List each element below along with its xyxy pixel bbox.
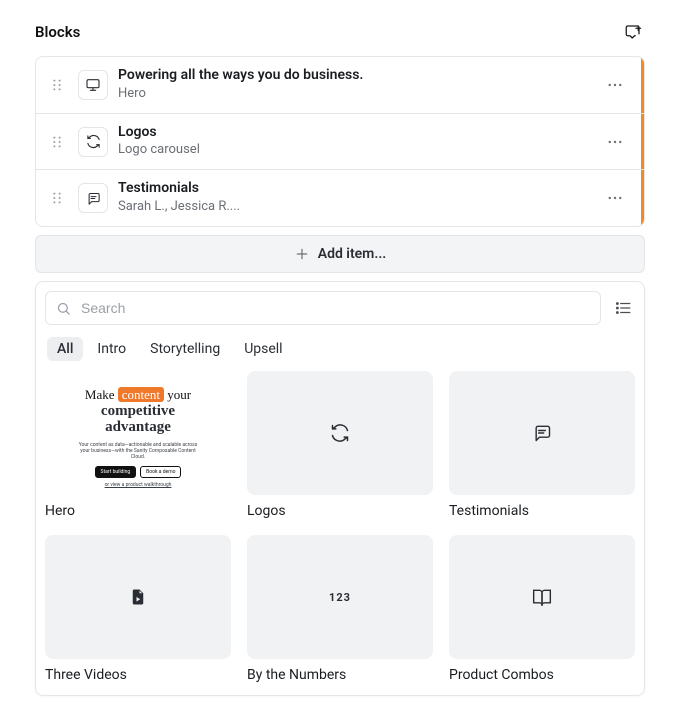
block-actions-button[interactable] (602, 185, 628, 211)
plus-icon (294, 246, 310, 262)
hero-mock-line2: competitive (101, 404, 175, 420)
hero-mock-line3: advantage (105, 420, 171, 436)
library-thumb-product-combos (449, 535, 635, 659)
hero-mock-pill: content (118, 387, 164, 402)
add-block-top-button[interactable] (621, 20, 645, 44)
hero-mock-line1-post: your (164, 387, 191, 402)
library-grid: Make content your competitive advantage … (45, 371, 635, 683)
kebab-icon (606, 189, 624, 207)
library-card-label: Three Videos (45, 667, 231, 683)
file-icon (129, 588, 147, 606)
drag-handle[interactable] (46, 131, 68, 153)
add-item-label: Add item... (318, 246, 387, 262)
refresh-icon (78, 127, 108, 157)
add-item-button[interactable]: Add item... (35, 235, 645, 273)
chat-icon (532, 423, 552, 443)
numbers-icon: 123 (329, 591, 351, 604)
drag-icon (50, 135, 64, 149)
filter-chip-all[interactable]: All (47, 337, 83, 361)
block-row-hero[interactable]: Powering all the ways you do business. H… (36, 57, 644, 113)
block-subtitle: Logo carousel (118, 142, 592, 159)
block-title: Logos (118, 124, 592, 141)
drag-icon (50, 78, 64, 92)
filter-chips: All Intro Storytelling Upsell (47, 337, 633, 361)
search-input[interactable] (79, 299, 590, 317)
kebab-icon (606, 76, 624, 94)
filter-chip-intro[interactable]: Intro (87, 337, 136, 361)
book-icon (532, 587, 552, 607)
drag-handle[interactable] (46, 74, 68, 96)
hero-mock-cta-primary: Start building (95, 466, 137, 478)
library-thumb-logos (247, 371, 433, 495)
library-thumb-three-videos (45, 535, 231, 659)
chat-add-icon (624, 23, 642, 41)
library-card-logos[interactable]: Logos (247, 371, 433, 519)
library-card-label: Testimonials (449, 503, 635, 519)
library-card-three-videos[interactable]: Three Videos (45, 535, 231, 683)
panel-title: Blocks (35, 23, 80, 41)
drag-handle[interactable] (46, 187, 68, 209)
block-row-logos[interactable]: Logos Logo carousel (36, 113, 644, 170)
chat-icon (78, 183, 108, 213)
block-actions-button[interactable] (602, 129, 628, 155)
library-card-testimonials[interactable]: Testimonials (449, 371, 635, 519)
search-field-container (45, 291, 601, 325)
hero-mock: Make content your competitive advantage … (45, 371, 231, 495)
hero-mock-cta-secondary: Book a demo (140, 466, 181, 478)
hero-mock-link: or view a product walkthrough (105, 482, 172, 488)
block-actions-button[interactable] (602, 72, 628, 98)
hero-mock-sub: Your content as data—actionable and scal… (78, 442, 198, 460)
library-thumb-hero: Make content your competitive advantage … (45, 371, 231, 495)
library-thumb-testimonials (449, 371, 635, 495)
block-row-body: Logos Logo carousel (118, 124, 592, 160)
block-row-body: Powering all the ways you do business. H… (118, 67, 592, 103)
hero-mock-line1-pre: Make (85, 387, 118, 402)
blocks-list: Powering all the ways you do business. H… (35, 56, 645, 227)
refresh-icon (330, 423, 350, 443)
library-card-label: By the Numbers (247, 667, 433, 683)
filter-chip-upsell[interactable]: Upsell (234, 337, 292, 361)
drag-icon (50, 191, 64, 205)
library-card-label: Product Combos (449, 667, 635, 683)
view-toggle-button[interactable] (611, 296, 635, 320)
block-subtitle: Hero (118, 86, 592, 103)
search-icon (56, 301, 71, 316)
block-row-testimonials[interactable]: Testimonials Sarah L., Jessica R.... (36, 169, 644, 226)
library-popover: All Intro Storytelling Upsell Make conte… (35, 281, 645, 696)
block-title: Testimonials (118, 180, 592, 197)
block-row-body: Testimonials Sarah L., Jessica R.... (118, 180, 592, 216)
block-title: Powering all the ways you do business. (118, 67, 592, 84)
library-thumb-by-the-numbers: 123 (247, 535, 433, 659)
library-card-by-the-numbers[interactable]: 123 By the Numbers (247, 535, 433, 683)
list-icon (614, 299, 632, 317)
block-subtitle: Sarah L., Jessica R.... (118, 199, 592, 216)
library-card-product-combos[interactable]: Product Combos (449, 535, 635, 683)
library-card-hero[interactable]: Make content your competitive advantage … (45, 371, 231, 519)
library-card-label: Hero (45, 503, 231, 519)
kebab-icon (606, 133, 624, 151)
monitor-icon (78, 70, 108, 100)
filter-chip-storytelling[interactable]: Storytelling (140, 337, 230, 361)
library-card-label: Logos (247, 503, 433, 519)
